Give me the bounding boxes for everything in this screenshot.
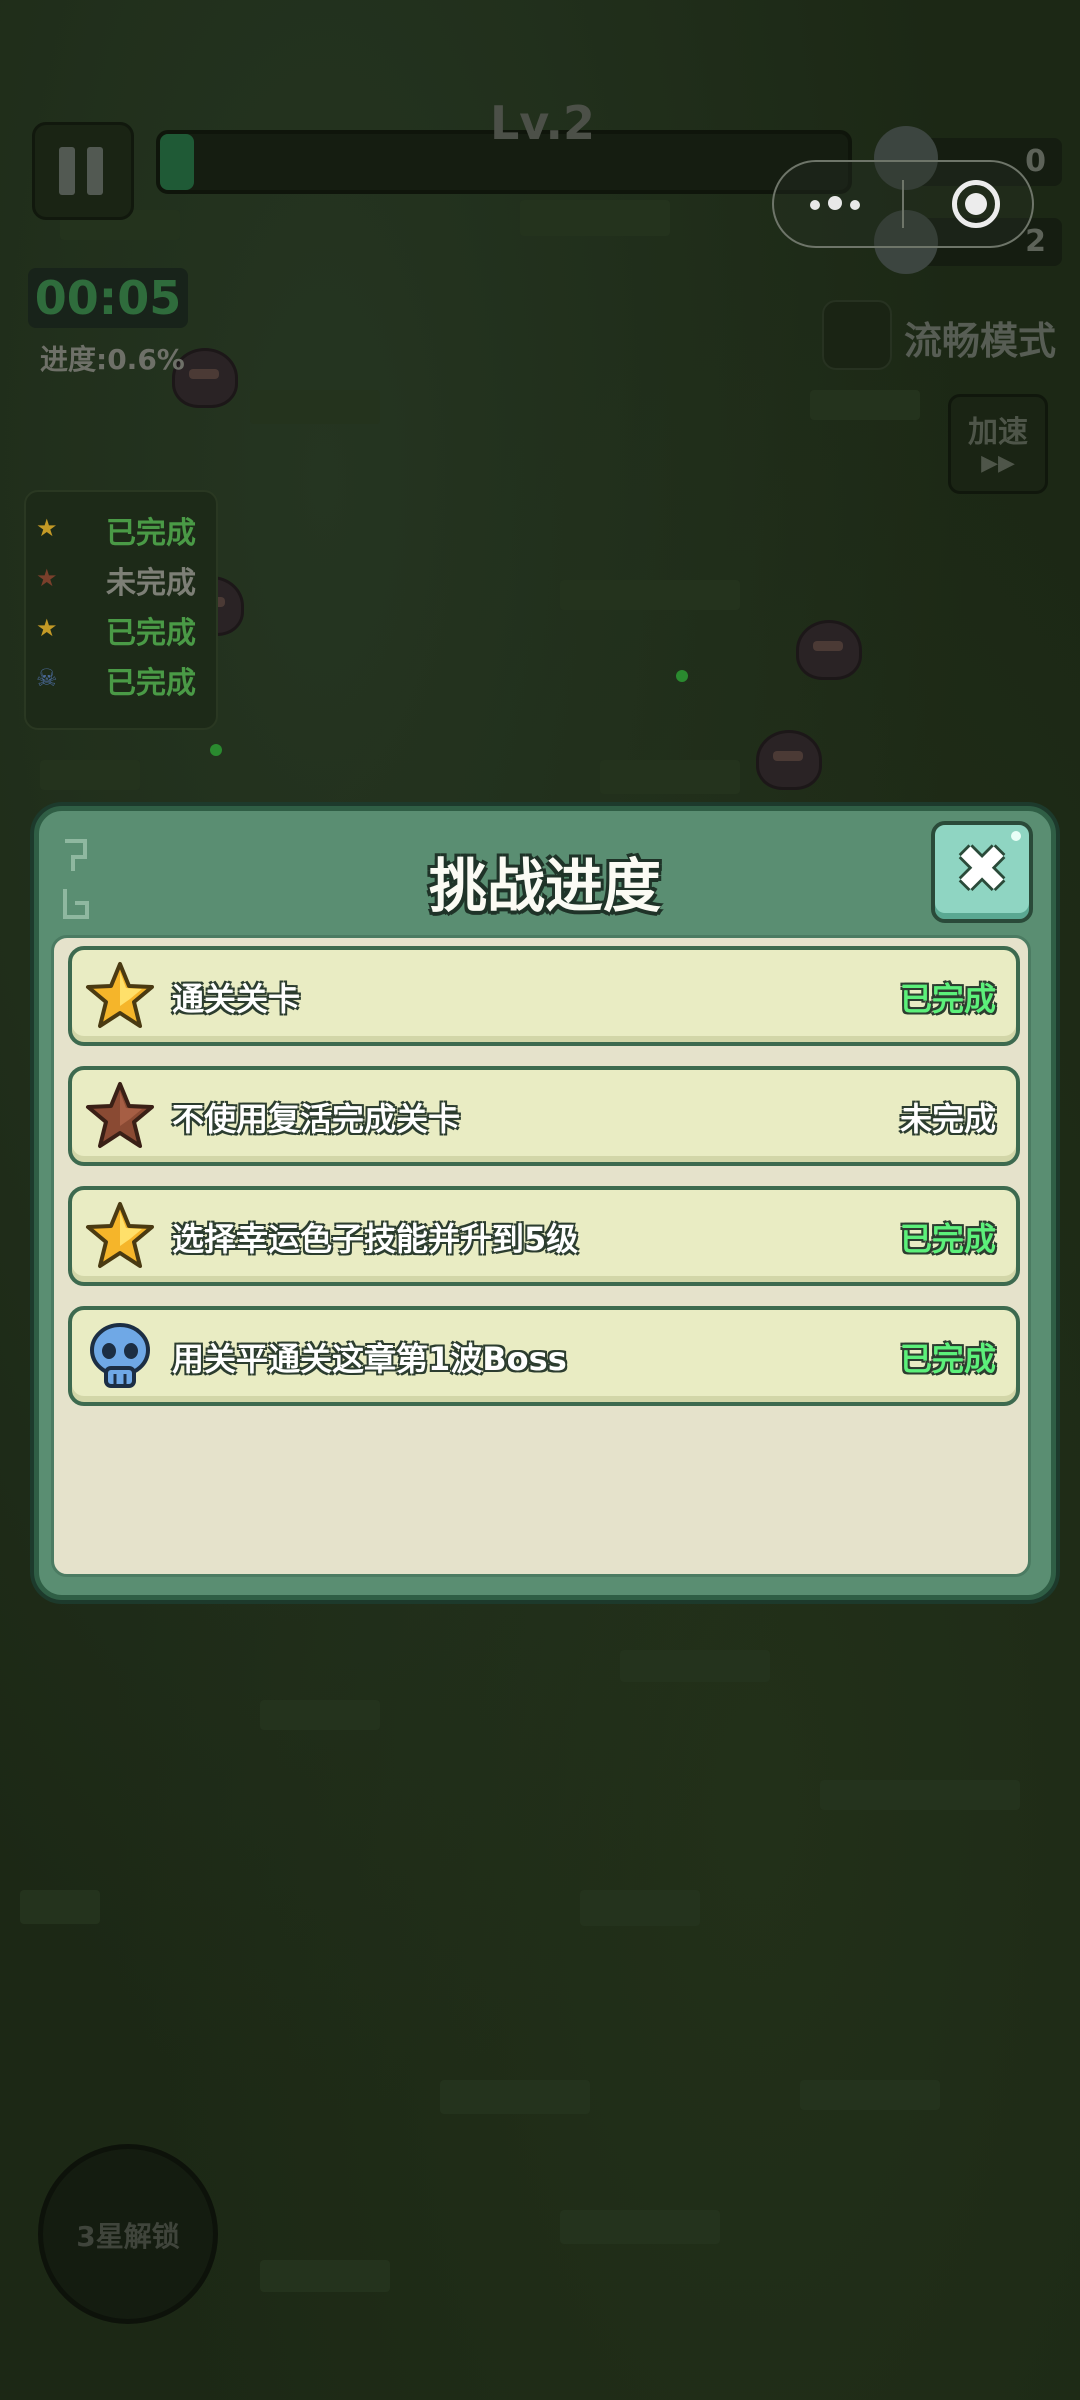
enemy-ninja <box>756 730 822 790</box>
challenge-label: 不使用复活完成关卡 <box>172 1100 461 1138</box>
xp-gem <box>210 744 222 756</box>
gold-star-icon: ★ <box>36 614 58 642</box>
speed-up-label: 加速 <box>968 415 1028 450</box>
challenge-status: 已完成 <box>899 1340 996 1378</box>
challenge-item: 不使用复活完成关卡 未完成 <box>68 1066 1020 1166</box>
game-timer: 00:05 <box>28 268 188 328</box>
capsule-divider <box>902 180 904 228</box>
skull-icon: ☠ <box>36 664 58 692</box>
ground-patch <box>820 1780 1020 1810</box>
ground-patch <box>260 2260 390 2292</box>
bronze-star-icon <box>86 1082 154 1148</box>
task-status: 已完成 <box>106 666 196 701</box>
challenge-item: 用关平通关这章第1波Boss 已完成 <box>68 1306 1020 1406</box>
gold-star-icon <box>86 1202 154 1268</box>
ground-patch <box>440 2080 590 2114</box>
ground-patch <box>520 200 670 236</box>
challenge-label: 选择幸运色子技能并升到5级 <box>172 1220 579 1258</box>
miniprogram-capsule <box>772 160 1034 248</box>
three-star-unlock-badge[interactable]: 3星解锁 <box>38 2144 218 2324</box>
task-summary-panel[interactable]: ★ 已完成 ★ 未完成 ★ 已完成 ☠ 已完成 <box>24 490 218 730</box>
task-status: 未完成 <box>106 566 196 601</box>
gold-star-icon <box>86 962 154 1028</box>
challenge-label: 用关平通关这章第1波Boss <box>172 1340 567 1378</box>
pause-icon <box>87 147 103 195</box>
enemy-ninja <box>796 620 862 680</box>
ground-patch <box>40 760 140 790</box>
ground-patch <box>20 1890 100 1924</box>
ground-patch <box>580 1890 700 1926</box>
target-icon <box>965 193 987 215</box>
shine-decoration <box>1011 831 1021 841</box>
level-label: Lv.2 <box>490 96 596 150</box>
challenge-progress-dialog: 挑战进度 ✖ 通关关卡 已完成 不使用复活完成关卡 未完成 选择幸运色子技能并升… <box>34 806 1056 1600</box>
ground-patch <box>260 1700 380 1730</box>
unlock-label: 3星解锁 <box>76 2220 180 2253</box>
progress-percent: 进度:0.6% <box>40 343 185 376</box>
ground-patch <box>250 390 380 424</box>
smooth-mode-checkbox[interactable] <box>822 300 892 370</box>
gold-star-icon: ★ <box>36 514 58 542</box>
close-button[interactable]: ✖ <box>931 821 1033 923</box>
ground-patch <box>620 1650 770 1682</box>
challenge-status: 已完成 <box>899 980 996 1018</box>
dialog-title: 挑战进度 <box>428 852 661 920</box>
close-icon: ✖ <box>955 833 1009 907</box>
ground-patch <box>600 760 740 794</box>
challenge-status: 已完成 <box>899 1220 996 1258</box>
resource-value: 0 <box>1025 144 1046 179</box>
task-status: 已完成 <box>106 516 196 551</box>
kill-value: 2 <box>1025 224 1046 259</box>
pause-icon <box>59 147 75 195</box>
more-menu-button[interactable] <box>810 192 868 214</box>
ground-patch <box>800 2080 940 2110</box>
smooth-mode-label: 流畅模式 <box>904 319 1057 363</box>
challenge-item: 通关关卡 已完成 <box>68 946 1020 1046</box>
pause-button[interactable] <box>32 122 134 220</box>
challenge-label: 通关关卡 <box>172 980 301 1018</box>
ground-patch <box>810 390 920 420</box>
fast-forward-icon: ▶▶ <box>981 451 1015 476</box>
challenge-status: 未完成 <box>899 1100 996 1138</box>
bronze-star-icon: ★ <box>36 564 58 592</box>
task-status: 已完成 <box>106 616 196 651</box>
challenge-item: 选择幸运色子技能并升到5级 已完成 <box>68 1186 1020 1286</box>
challenge-list: 通关关卡 已完成 不使用复活完成关卡 未完成 选择幸运色子技能并升到5级 已完成 <box>51 935 1031 1577</box>
speed-up-button[interactable]: 加速 ▶▶ <box>948 394 1048 494</box>
ground-patch <box>560 2210 720 2244</box>
ground-patch <box>560 580 740 610</box>
xp-gem <box>676 670 688 682</box>
skull-icon <box>90 1323 150 1388</box>
level-progress-fill <box>160 134 195 190</box>
